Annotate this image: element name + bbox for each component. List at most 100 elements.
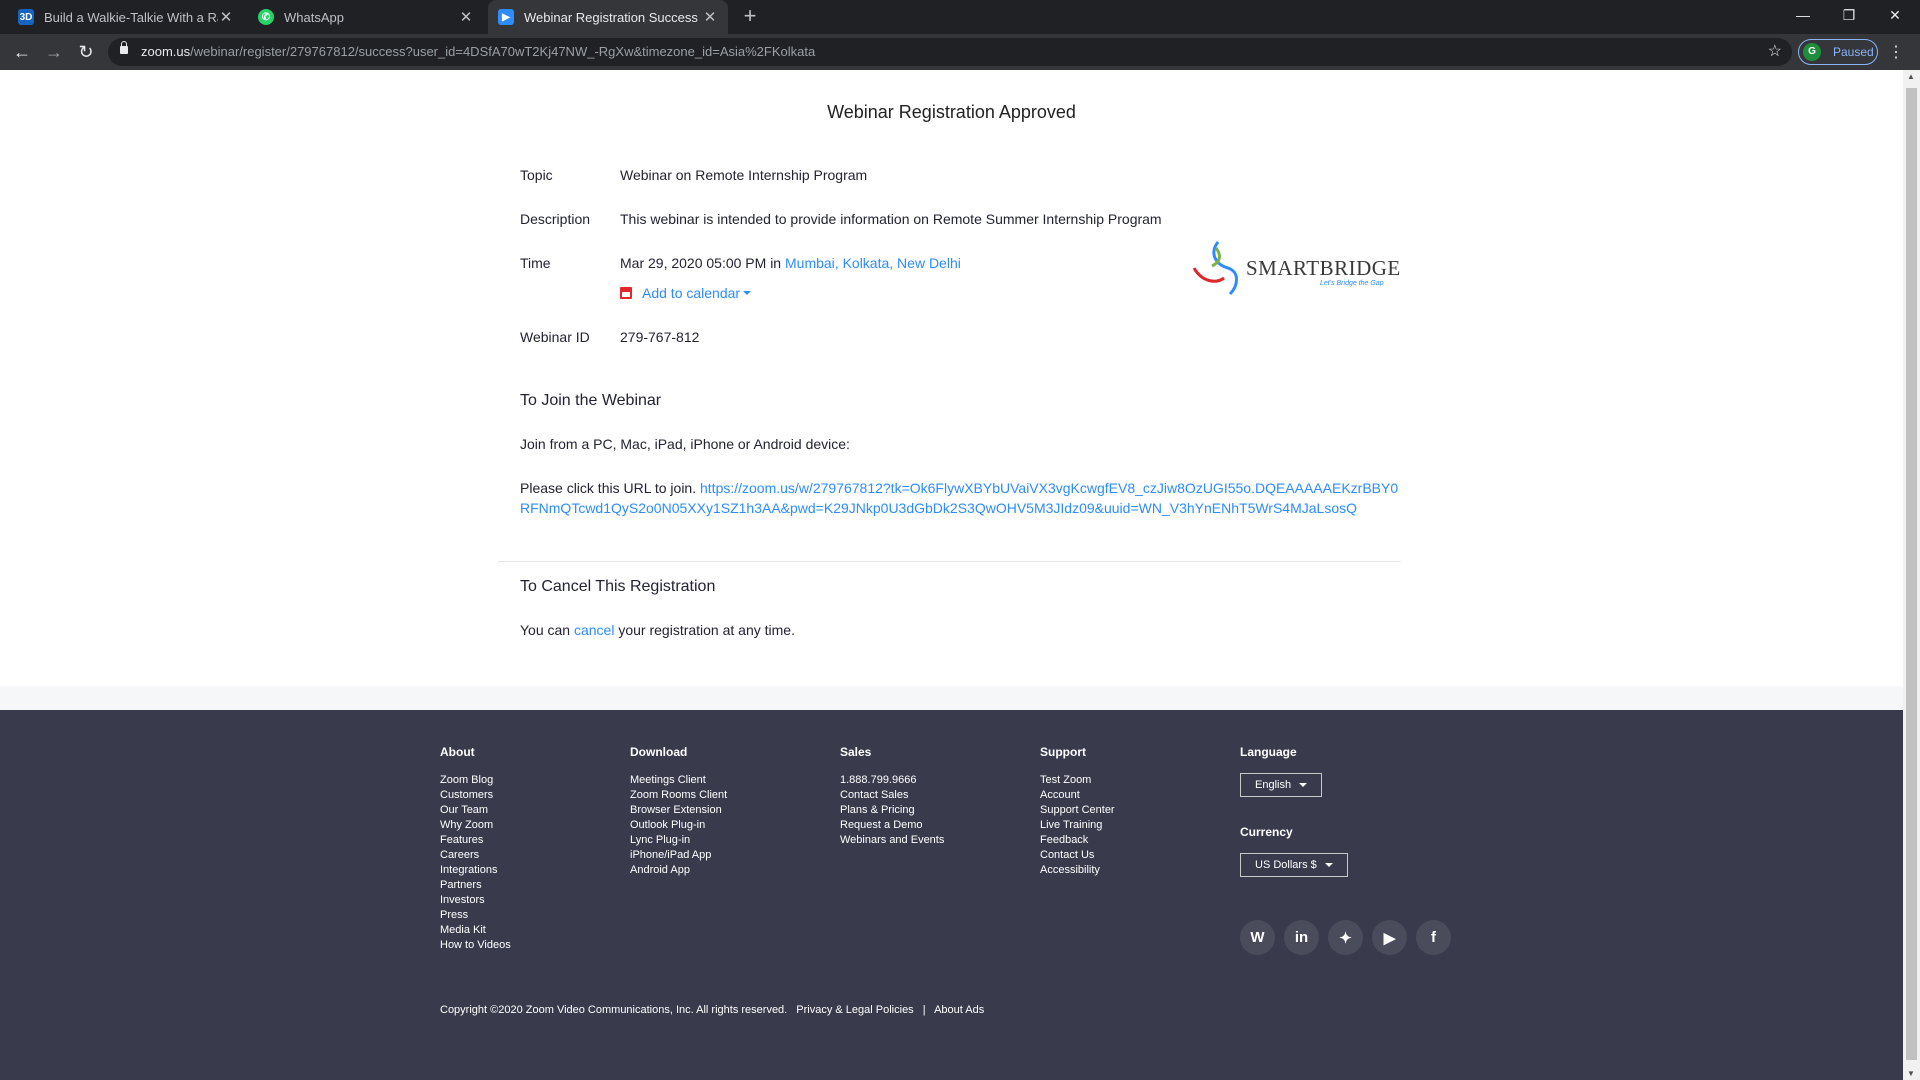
twitter-icon[interactable]: ✦ (1328, 920, 1363, 955)
privacy-link[interactable]: Privacy & Legal Policies (796, 1004, 913, 1016)
close-tab-icon[interactable]: ✕ (218, 8, 234, 26)
caret-down-icon (1324, 863, 1333, 867)
reload-button[interactable]: ↻ (74, 40, 98, 64)
profile-button[interactable]: G Paused (1798, 39, 1878, 65)
footer-separator: | (922, 1004, 926, 1016)
browser-toolbar: ← → ↻ zoom.us/webinar/register/279767812… (0, 34, 1920, 70)
calendar-icon (620, 287, 632, 299)
logo-wordmark: SMARTBRIDGE (1246, 256, 1401, 280)
currency-value: US Dollars $ (1255, 859, 1317, 871)
caret-down-icon (743, 291, 752, 295)
currency-dropdown[interactable]: US Dollars $ (1240, 853, 1348, 877)
webinar-id-value: 279-767-812 (620, 329, 700, 345)
footer-link[interactable]: Customers (440, 788, 511, 803)
forward-button[interactable]: → (42, 40, 66, 64)
footer-link[interactable]: Request a Demo (840, 818, 944, 833)
zoom-icon: ▶ (498, 9, 514, 25)
footer-link[interactable]: Plans & Pricing (840, 803, 944, 818)
scrollbar-thumb[interactable] (1906, 88, 1917, 1060)
url-domain: zoom.us (141, 44, 191, 59)
new-tab-button[interactable]: + (738, 5, 762, 29)
footer-support-title: Support (1040, 745, 1086, 759)
tab-webinar-registration[interactable]: ▶ Webinar Registration Success - Z ✕ (488, 0, 728, 34)
page-title: Webinar Registration Approved (827, 102, 1076, 122)
logo-tagline: Let's Bridge the Gap (1320, 280, 1384, 287)
footer-link[interactable]: Android App (630, 863, 727, 878)
footer-link[interactable]: Outlook Plug-in (630, 818, 727, 833)
join-url-prefix: Please click this URL to join. (520, 480, 697, 496)
scroll-up-icon[interactable]: ▲ (1907, 72, 1915, 81)
facebook-icon[interactable]: f (1416, 920, 1451, 955)
social-links: W in ✦ ▶ f (1240, 920, 1460, 955)
tab-strip: 3D Build a Walkie-Talkie With a Rasp ✕ ✆… (0, 0, 1920, 34)
description-label: Description (520, 211, 591, 227)
footer-link[interactable]: iPhone/iPad App (630, 848, 727, 863)
timezone-link[interactable]: Mumbai, Kolkata, New Delhi (785, 255, 961, 271)
footer-link[interactable]: Accessibility (1040, 863, 1115, 878)
footer-link[interactable]: Investors (440, 893, 511, 908)
footer-language-currency: Language English Currency US Dollars $ (1240, 745, 1348, 877)
footer-link[interactable]: Contact Us (1040, 848, 1115, 863)
footer-download: Download Meetings Client Zoom Rooms Clie… (630, 745, 727, 878)
caret-down-icon (1299, 783, 1308, 787)
footer-link[interactable]: Media Kit (440, 923, 511, 938)
footer-link[interactable]: Webinars and Events (840, 833, 944, 848)
footer-link[interactable]: Careers (440, 848, 511, 863)
tab-walkie-talkie[interactable]: 3D Build a Walkie-Talkie With a Rasp ✕ (8, 0, 244, 34)
wordpress-icon[interactable]: W (1240, 920, 1275, 955)
lock-icon (120, 41, 128, 54)
copyright-bar: Copyright ©2020 Zoom Video Communication… (440, 1004, 984, 1016)
add-to-calendar-button[interactable]: Add to calendar (620, 285, 752, 301)
time-value: Mar 29, 2020 05:00 PM in Mumbai, Kolkata… (620, 255, 961, 271)
footer-link[interactable]: Features (440, 833, 511, 848)
footer-link[interactable]: Press (440, 908, 511, 923)
linkedin-icon[interactable]: in (1284, 920, 1319, 955)
footer-link[interactable]: How to Videos (440, 938, 511, 953)
youtube-icon[interactable]: ▶ (1372, 920, 1407, 955)
footer-link[interactable]: Zoom Blog (440, 773, 511, 788)
page-scrollbar[interactable]: ▲ ▼ (1903, 70, 1920, 1080)
footer-support: Support Test Zoom Account Support Center… (1040, 745, 1115, 878)
browser-menu-icon[interactable]: ⋮ (1888, 42, 1904, 62)
language-dropdown[interactable]: English (1240, 773, 1323, 797)
tab-whatsapp[interactable]: ✆ WhatsApp ✕ (248, 0, 484, 34)
scroll-down-icon[interactable]: ▼ (1907, 1069, 1915, 1078)
footer-link[interactable]: 1.888.799.9666 (840, 773, 944, 788)
back-button[interactable]: ← (10, 40, 34, 64)
footer-link[interactable]: Meetings Client (630, 773, 727, 788)
footer-link[interactable]: Contact Sales (840, 788, 944, 803)
cancel-prefix: You can (520, 622, 571, 638)
minimize-button[interactable]: — (1780, 0, 1826, 30)
address-bar[interactable]: zoom.us/webinar/register/279767812/succe… (108, 38, 1792, 66)
footer-link[interactable]: Account (1040, 788, 1115, 803)
page-content: Webinar Registration Approved Topic Webi… (0, 70, 1903, 1080)
bookmark-star-icon[interactable]: ☆ (1768, 41, 1782, 61)
footer-link[interactable]: Browser Extension (630, 803, 727, 818)
footer-download-title: Download (630, 745, 688, 759)
footer-about: About Zoom Blog Customers Our Team Why Z… (440, 745, 511, 953)
footer-link[interactable]: Live Training (1040, 818, 1115, 833)
close-window-button[interactable]: ✕ (1872, 0, 1918, 30)
footer-link[interactable]: Why Zoom (440, 818, 511, 833)
footer-link[interactable]: Lync Plug-in (630, 833, 727, 848)
footer-link[interactable]: Integrations (440, 863, 511, 878)
footer-link[interactable]: Zoom Rooms Client (630, 788, 727, 803)
footer-spacer (0, 686, 1903, 710)
about-ads-link[interactable]: About Ads (934, 1004, 984, 1016)
cancel-suffix: your registration at any time. (618, 622, 795, 638)
footer-link[interactable]: Our Team (440, 803, 511, 818)
close-tab-icon[interactable]: ✕ (702, 8, 718, 26)
close-tab-icon[interactable]: ✕ (458, 8, 474, 26)
footer-link[interactable]: Support Center (1040, 803, 1115, 818)
footer-sales: Sales 1.888.799.9666 Contact Sales Plans… (840, 745, 944, 848)
footer-link[interactable]: Feedback (1040, 833, 1115, 848)
tab-title: Build a Walkie-Talkie With a Rasp (44, 9, 218, 25)
footer-link[interactable]: Partners (440, 878, 511, 893)
restore-button[interactable]: ❐ (1826, 0, 1872, 30)
avatar: G (1803, 43, 1821, 61)
footer-about-title: About (440, 745, 475, 759)
footer-link[interactable]: Test Zoom (1040, 773, 1115, 788)
site-footer: About Zoom Blog Customers Our Team Why Z… (0, 710, 1903, 1080)
cancel-link[interactable]: cancel (574, 622, 614, 638)
tab-title: Webinar Registration Success - Z (524, 9, 702, 25)
